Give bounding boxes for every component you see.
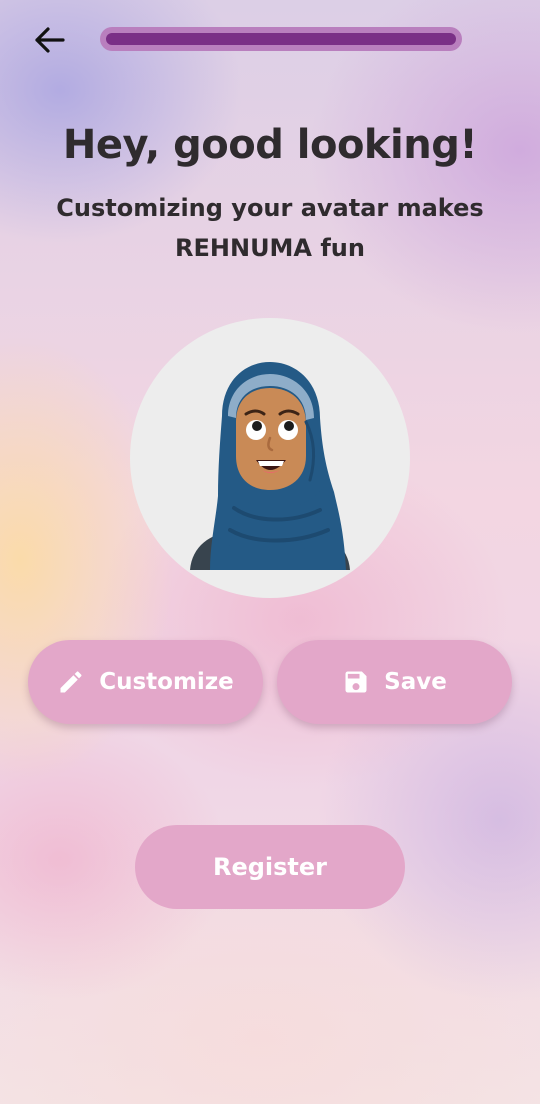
save-button[interactable]: Save — [277, 640, 512, 724]
page-subtitle: Customizing your avatar makes REHNUMA fu… — [56, 194, 484, 262]
register-button-label: Register — [212, 853, 328, 881]
arrow-left-icon — [35, 27, 65, 53]
avatar-image — [190, 362, 350, 570]
floppy-disk-icon — [342, 668, 370, 696]
register-button[interactable]: Register — [135, 825, 405, 909]
customize-button-label: Customize — [99, 669, 234, 695]
customize-button[interactable]: Customize — [28, 640, 263, 724]
page-title: Hey, good looking! — [62, 122, 478, 168]
save-button-label: Save — [384, 669, 447, 695]
progress-bar — [100, 27, 462, 51]
avatar-preview — [130, 318, 410, 598]
pencil-icon — [57, 668, 85, 696]
progress-bar-fill — [106, 33, 456, 45]
top-bar — [0, 0, 540, 80]
back-button[interactable] — [26, 20, 72, 60]
